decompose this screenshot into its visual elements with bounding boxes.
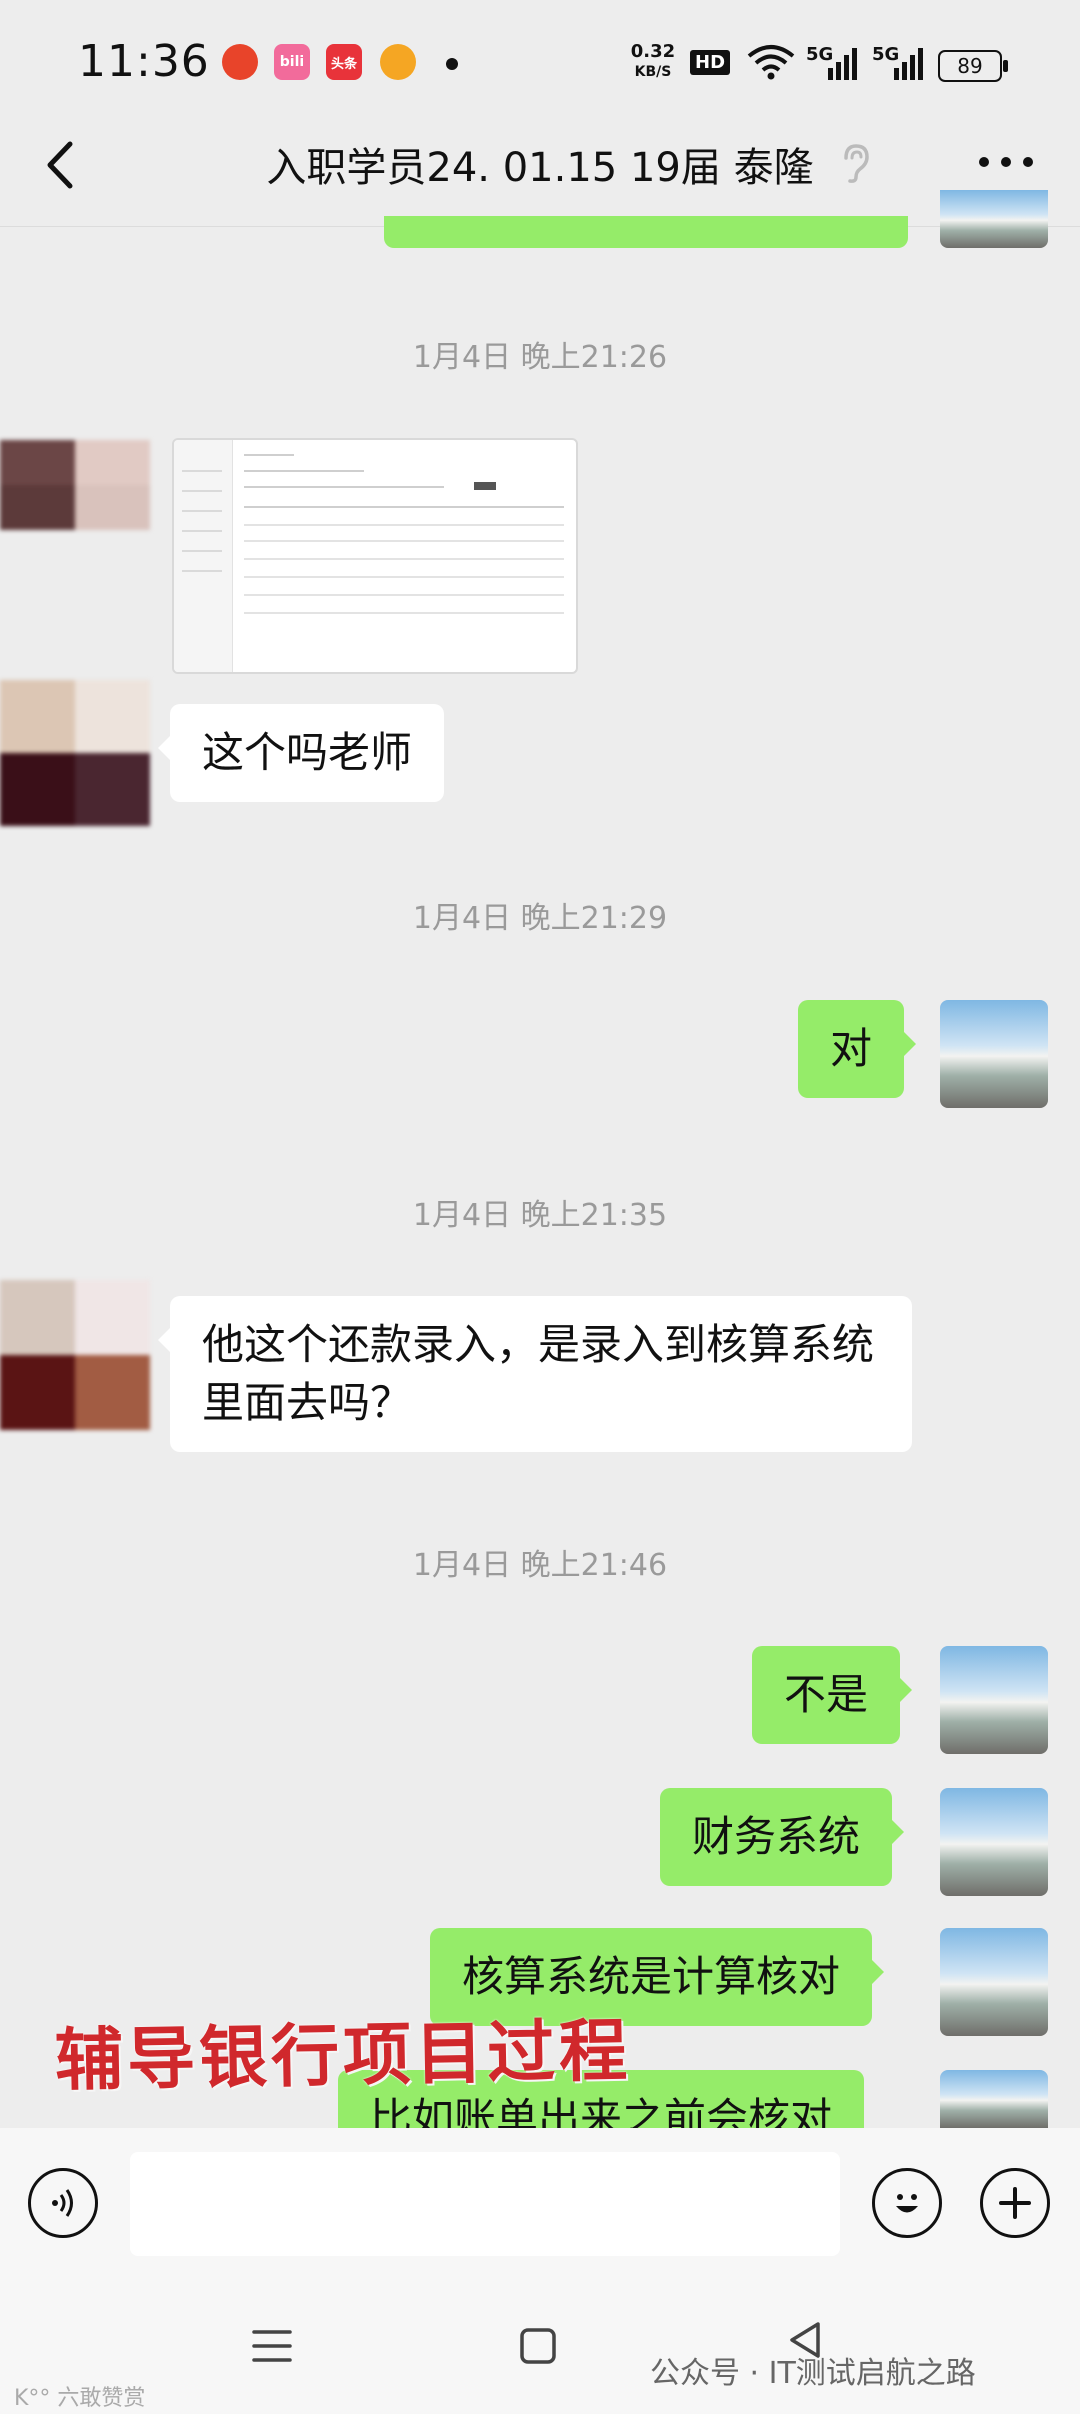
net-speed: 0.32 KB/S	[626, 42, 680, 82]
message-bubble[interactable]: 财务系统	[660, 1788, 905, 1886]
message-bubble[interactable]: 他这个还款录入，是录入到核算系统里面去吗？	[158, 1296, 912, 1452]
timestamp: 1月4日 晚上21:29	[412, 901, 668, 936]
emoji-icon[interactable]	[872, 2168, 942, 2238]
weibo-like-app-icon	[222, 44, 258, 80]
net-speed-unit: KB/S	[634, 64, 672, 80]
voice-icon[interactable]	[28, 2168, 98, 2238]
status-time: 11:36	[78, 36, 210, 87]
plus-icon[interactable]	[980, 2168, 1050, 2238]
more-icon[interactable]	[978, 152, 1034, 172]
my-avatar[interactable]	[940, 190, 1048, 248]
thumbnail-button	[474, 482, 496, 490]
weibo-icon	[380, 44, 416, 80]
watermark: 公众号 · IT测试启航之路	[650, 2356, 976, 2391]
net-speed-value: 0.32	[630, 41, 676, 62]
bilibili-icon: bili	[274, 44, 310, 80]
watermark-small: K°° 六敢赞赏	[14, 2386, 146, 2411]
signal-2-icon	[894, 48, 923, 80]
my-avatar[interactable]	[940, 1646, 1048, 1754]
contact-avatar[interactable]	[0, 680, 150, 826]
message-bubble-partial[interactable]	[384, 216, 908, 248]
chat-title: 入职学员24. 01.15 19届 泰隆	[266, 145, 814, 191]
my-avatar[interactable]	[940, 1000, 1048, 1108]
timestamp: 1月4日 晚上21:46	[412, 1548, 668, 1583]
image-message-thumbnail[interactable]	[172, 438, 578, 674]
message-bubble[interactable]: 这个吗老师	[157, 704, 445, 802]
notification-dot	[446, 58, 458, 70]
status-bar: 11:36 bili 头条 0.32 KB/S HD 5G 5G 89	[0, 0, 1080, 130]
message-input[interactable]	[130, 2152, 840, 2256]
message-bubble[interactable]: 不是	[752, 1646, 913, 1744]
menu-icon[interactable]	[250, 2326, 294, 2366]
signal-1-icon	[828, 48, 857, 80]
wifi-icon	[747, 45, 795, 80]
overlay-caption: 辅导银行项目过程	[54, 2010, 632, 2102]
home-icon[interactable]	[518, 2326, 558, 2366]
thumbnail-sidebar	[174, 440, 233, 672]
ear-icon	[844, 144, 869, 183]
my-avatar[interactable]	[940, 1788, 1048, 1896]
hd-badge: HD	[690, 50, 731, 75]
message-bubble[interactable]: 对	[798, 1000, 917, 1098]
my-avatar[interactable]	[940, 1928, 1048, 2036]
timestamp: 1月4日 晚上21:35	[412, 1198, 668, 1233]
toutiao-icon: 头条	[326, 44, 362, 80]
battery-indicator: 89	[938, 50, 1008, 82]
contact-avatar[interactable]	[0, 440, 150, 530]
contact-avatar[interactable]	[0, 1280, 150, 1430]
my-avatar[interactable]	[940, 2070, 1048, 2128]
timestamp: 1月4日 晚上21:26	[412, 340, 668, 375]
